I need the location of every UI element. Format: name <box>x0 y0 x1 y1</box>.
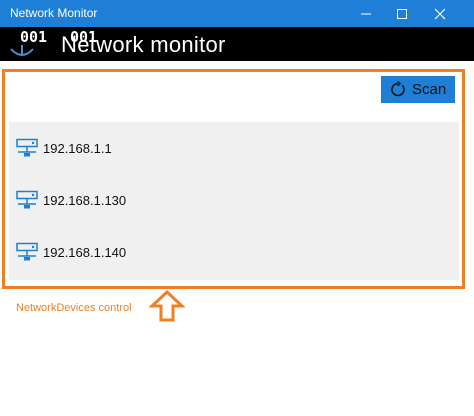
device-ip: 192.168.1.1 <box>43 141 112 156</box>
annotation-caption: NetworkDevices control <box>16 302 132 314</box>
device-list: 192.168.1.1 192.168.1.130 192.168.1.140 <box>9 122 459 280</box>
network-device-icon <box>16 190 38 209</box>
close-icon <box>434 8 446 19</box>
list-item[interactable]: 192.168.1.1 <box>9 134 459 164</box>
counter-display: 001 <box>20 28 48 46</box>
network-devices-control: Scan 192.168.1.1 192.168.1.130 192.168.1… <box>2 69 465 289</box>
network-device-icon <box>16 242 38 261</box>
maximize-button[interactable] <box>384 0 420 27</box>
scan-button[interactable]: Scan <box>381 76 455 103</box>
refresh-icon <box>389 81 406 98</box>
minimize-icon <box>361 13 371 14</box>
maximize-icon <box>397 8 407 19</box>
device-ip: 192.168.1.130 <box>43 193 127 208</box>
device-ip: 192.168.1.140 <box>43 245 127 260</box>
scan-button-label: Scan <box>412 81 447 98</box>
app-header: Network monitor 001 001 <box>0 27 474 61</box>
minimize-button[interactable] <box>348 0 384 27</box>
title-bar: Network Monitor <box>0 0 474 27</box>
list-item[interactable]: 192.168.1.130 <box>9 186 459 216</box>
counter-display: 001 <box>70 28 98 46</box>
list-item[interactable]: 192.168.1.140 <box>9 238 459 268</box>
network-device-icon <box>16 138 38 157</box>
window-title: Network Monitor <box>10 6 98 20</box>
arrow-up-icon <box>149 290 185 322</box>
close-button[interactable] <box>422 0 458 27</box>
